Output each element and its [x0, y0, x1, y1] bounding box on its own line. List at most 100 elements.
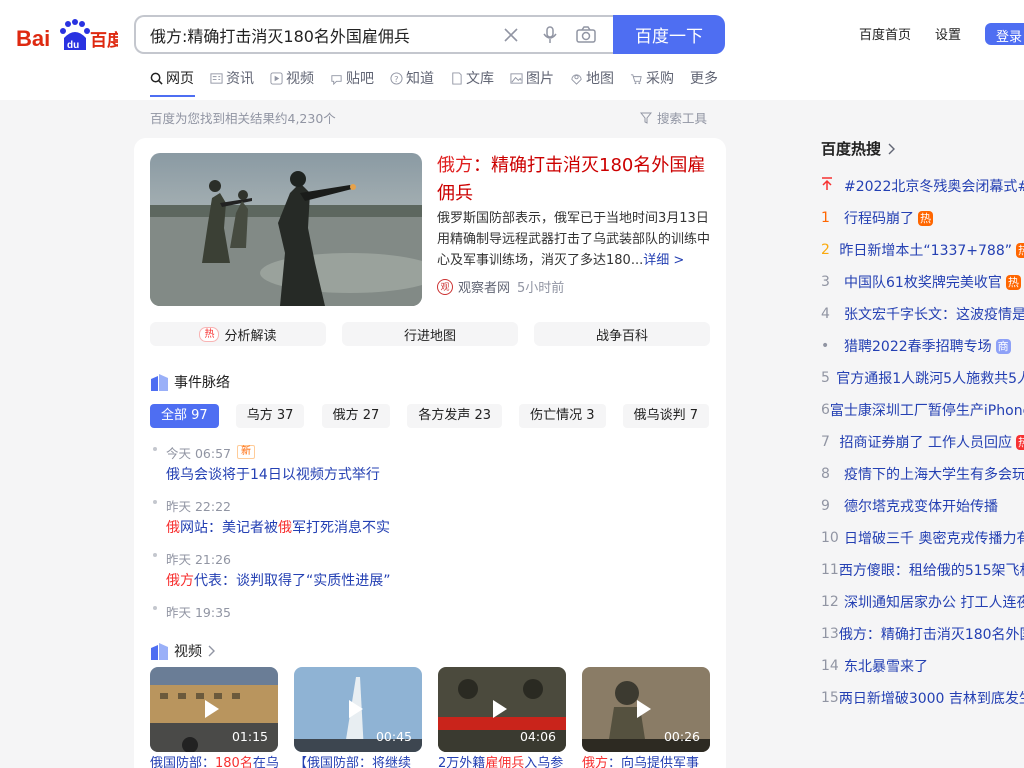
- hotsearch-item[interactable]: 6 富士康深圳工厂暂停生产iPhone: [821, 394, 1024, 426]
- video-thumb[interactable]: 00:26: [582, 667, 710, 752]
- hotsearch-item[interactable]: 11 西方傻眼：租给俄的515架飞机: [821, 554, 1024, 586]
- video-caption-link[interactable]: 俄国防部：180名在乌: [150, 752, 278, 768]
- hotsearch-item[interactable]: 7 招商证券崩了 工作人员回应 热: [821, 426, 1024, 458]
- tab-video[interactable]: 视频: [270, 68, 314, 88]
- title-text: 网站：美记者被: [180, 520, 278, 536]
- news-icon: [210, 72, 223, 84]
- camera-icon[interactable]: [576, 26, 596, 44]
- filter-russia[interactable]: 俄方 27: [321, 404, 391, 428]
- hotsearch-item[interactable]: 5 官方通报1人跳河5人施救共5人: [821, 362, 1024, 394]
- hero-more-link[interactable]: 详细 >: [643, 253, 684, 268]
- filter-ukraine[interactable]: 乌方 37: [235, 404, 305, 428]
- tab-wenku[interactable]: 文库: [450, 68, 494, 88]
- filter-talks[interactable]: 俄乌谈判 7: [622, 404, 710, 428]
- hotsearch-item[interactable]: 9 德尔塔克戎变体开始传播: [821, 490, 1024, 522]
- hero-title-link[interactable]: 俄方：精确打击消灭180名外国雇佣兵: [437, 152, 717, 208]
- baidu-home-link[interactable]: 百度首页: [859, 24, 911, 43]
- hotsearch-rank: 14: [821, 658, 839, 674]
- hotsearch-item[interactable]: 15 两日新增破3000 吉林到底发生: [821, 682, 1024, 714]
- hot-badge: 热: [918, 210, 933, 226]
- hotsearch-ad-item[interactable]: • 猎聘2022春季招聘专场 商: [821, 330, 1024, 362]
- events-header: 事件脉络: [150, 372, 230, 392]
- hero-title-prefix: 俄方: [437, 155, 473, 176]
- hotsearch-header[interactable]: 百度热搜: [821, 138, 896, 159]
- caption-text: 俄国防部：: [150, 756, 216, 768]
- tab-web[interactable]: 网页: [150, 68, 194, 88]
- timeline-title-link[interactable]: 俄网站：美记者被俄军打死消息不实: [166, 517, 710, 537]
- settings-link[interactable]: 设置: [935, 24, 961, 43]
- hotsearch-item[interactable]: 8 疫情下的上海大学生有多会玩: [821, 458, 1024, 490]
- login-button[interactable]: 登录: [985, 23, 1024, 45]
- timeline-title-link[interactable]: 俄方代表：谈判取得了“实质性进展”: [166, 570, 710, 590]
- hotsearch-rank: 6: [821, 402, 830, 418]
- hotsearch-text: 富士康深圳工厂暂停生产iPhone: [829, 403, 1024, 419]
- result-count: 百度为您找到相关结果约4,230个: [150, 111, 336, 126]
- source-name[interactable]: 观察者网: [458, 277, 510, 296]
- timeline-time: 昨天 21:26: [166, 551, 231, 567]
- tab-image[interactable]: 图片: [510, 68, 554, 88]
- filter-casualties[interactable]: 伤亡情况 3: [519, 404, 606, 428]
- video-caption-link[interactable]: 2万外籍雇佣兵入乌参: [438, 752, 566, 768]
- timeline-title-link[interactable]: 俄乌会谈将于14日以视频方式举行: [166, 464, 710, 484]
- hotsearch-text: 深圳通知居家办公 打工人连夜: [844, 595, 1024, 611]
- tab-zhidao[interactable]: ? 知道: [390, 68, 434, 88]
- hotsearch-item[interactable]: 10 日增破三千 奥密克戎传播力有: [821, 522, 1024, 554]
- video-thumb[interactable]: 04:06: [438, 667, 566, 752]
- tab-map[interactable]: 地图: [570, 68, 614, 88]
- war-wiki-button[interactable]: 战争百科: [534, 322, 710, 346]
- timeline-item: 今天 06:57 新 俄乌会谈将于14日以视频方式举行: [150, 443, 710, 484]
- tab-news[interactable]: 资讯: [210, 68, 254, 88]
- hotsearch-item[interactable]: #2022北京冬残奥会闭幕式#: [821, 170, 1024, 202]
- hotsearch-rank: 4: [821, 306, 830, 322]
- tab-tieba[interactable]: 贴吧: [330, 68, 374, 88]
- video-thumb[interactable]: 00:45: [294, 667, 422, 752]
- video-section-title: 视频: [174, 644, 202, 660]
- tab-label: 贴吧: [346, 71, 374, 87]
- march-map-button[interactable]: 行进地图: [342, 322, 518, 346]
- pinned-icon: [821, 177, 844, 195]
- video-caption-link[interactable]: 【俄国防部：将继续: [294, 752, 422, 768]
- hotsearch-item[interactable]: 4 张文宏千字长文：这波疫情是: [821, 298, 1024, 330]
- caption-text: 入乌参: [524, 756, 564, 768]
- filter-all[interactable]: 全部 97: [150, 404, 219, 428]
- tab-label: 更多: [690, 71, 718, 87]
- search-input[interactable]: [150, 17, 490, 52]
- hotsearch-list: #2022北京冬残奥会闭幕式# 1 行程码崩了 热 2 昨日新增本土“1337+…: [821, 170, 1024, 714]
- search-tools-button[interactable]: 搜索工具: [640, 108, 707, 127]
- filter-icon: [640, 112, 652, 124]
- hotsearch-rank: 12: [821, 594, 839, 610]
- hotsearch-text: 昨日新增本土“1337+788”: [839, 243, 1012, 259]
- video-thumb[interactable]: 01:15: [150, 667, 278, 752]
- hot-badge: 热: [1005, 274, 1021, 290]
- events-title: 事件脉络: [174, 375, 230, 391]
- timeline-dot: [153, 447, 157, 451]
- hotsearch-rank: 11: [821, 562, 839, 578]
- hero-image[interactable]: [150, 153, 422, 306]
- tab-label: 视频: [286, 71, 314, 87]
- hotsearch-item[interactable]: 1 行程码崩了 热: [821, 202, 1024, 234]
- tab-more[interactable]: 更多: [690, 68, 718, 88]
- hotsearch-item[interactable]: 13 俄方：精确打击消灭180名外国: [821, 618, 1024, 650]
- video-section-header[interactable]: 视频: [150, 641, 215, 661]
- hotsearch-text: #2022北京冬残奥会闭幕式#: [844, 179, 1024, 195]
- hotsearch-item[interactable]: 3 中国队61枚奖牌完美收官 热: [821, 266, 1024, 298]
- hotsearch-item[interactable]: 12 深圳通知居家办公 打工人连夜: [821, 586, 1024, 618]
- hotsearch-rank: 15: [821, 690, 839, 706]
- highlight: 180名: [215, 756, 253, 768]
- new-badge: 新: [237, 445, 255, 459]
- clear-icon[interactable]: [502, 26, 520, 44]
- search-button[interactable]: 百度一下: [613, 15, 725, 54]
- hotsearch-text: 西方傻眼：租给俄的515架飞机: [838, 563, 1024, 579]
- filter-statements[interactable]: 各方发声 23: [407, 404, 503, 428]
- caption-text: 2万外籍: [438, 756, 486, 768]
- video-caption-link[interactable]: 俄方：向乌提供军事: [582, 752, 710, 768]
- hotsearch-item[interactable]: 2 昨日新增本土“1337+788” 热: [821, 234, 1024, 266]
- tab-label: 图片: [526, 71, 554, 87]
- timeline-item: 昨天 19:35: [150, 602, 710, 620]
- hotsearch-item[interactable]: 14 东北暴雪来了: [821, 650, 1024, 682]
- tab-purchase[interactable]: 采购: [630, 68, 674, 88]
- analysis-button[interactable]: 热 分析解读: [150, 322, 326, 346]
- baidu-logo[interactable]: Bai du 百度: [16, 18, 118, 52]
- tab-label: 文库: [466, 71, 494, 87]
- microphone-icon[interactable]: [541, 26, 559, 44]
